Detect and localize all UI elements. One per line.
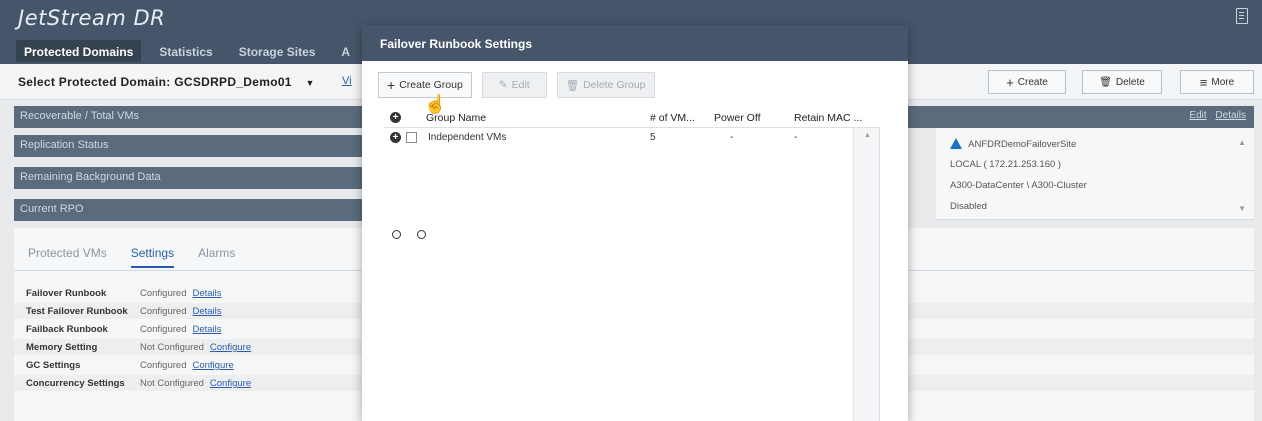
- site-status: Disabled: [950, 201, 987, 212]
- group-grid: + Independent VMs 5 - - ▲: [384, 127, 880, 421]
- settings-value: Configured Configure: [140, 360, 234, 371]
- settings-status: Configured: [140, 288, 187, 299]
- settings-link[interactable]: Details: [192, 324, 221, 335]
- delete-group-button[interactable]: 🗑 Delete Group: [556, 72, 655, 98]
- settings-link[interactable]: Details: [192, 306, 221, 317]
- details-tabs: Protected VMs Settings Alarms: [28, 246, 235, 268]
- site-cluster: A300-DataCenter \ A300-Cluster: [950, 180, 1087, 191]
- trash-icon: 🗑: [1099, 76, 1112, 88]
- domain-select[interactable]: Select Protected Domain: GCSDRPD_Demo01 …: [18, 75, 315, 89]
- failover-runbook-settings-dialog: Failover Runbook Settings + Create Group…: [362, 25, 908, 421]
- settings-status: Not Configured: [140, 378, 204, 389]
- grid-scrollbar[interactable]: ▲: [853, 128, 879, 421]
- group-grid-header: + Group Name # of VM... Power Off Retain…: [384, 111, 884, 127]
- remaining-background-data-label: Remaining Background Data: [20, 171, 161, 183]
- scroll-down-icon[interactable]: ▼: [1238, 204, 1246, 213]
- scroll-up-icon[interactable]: ▲: [864, 132, 871, 139]
- pencil-icon: ✎: [498, 79, 508, 91]
- column-power-off[interactable]: Power Off: [714, 112, 761, 124]
- edit-button[interactable]: ✎ Edit: [481, 72, 547, 98]
- dialog-title: Failover Runbook Settings: [362, 25, 908, 61]
- domain-select-value: GCSDRPD_Demo01: [174, 75, 292, 89]
- cell-retain-mac: -: [794, 132, 798, 143]
- edit-label: Edit: [511, 79, 530, 91]
- domain-select-label: Select Protected Domain:: [18, 75, 171, 89]
- settings-label: Concurrency Settings: [26, 378, 125, 389]
- loading-indicator: [392, 230, 426, 239]
- settings-value: Configured Details: [140, 324, 222, 335]
- site-local: LOCAL ( 172.21.253.160 ): [950, 159, 1062, 170]
- settings-link[interactable]: Configure: [210, 378, 251, 389]
- nav-protected-domains[interactable]: Protected Domains: [16, 40, 142, 62]
- document-icon[interactable]: [1236, 8, 1248, 24]
- menu-icon: ≡: [1199, 74, 1208, 90]
- cell-group-name: Independent VMs: [428, 132, 507, 143]
- azure-icon: [950, 138, 962, 149]
- delete-button-label: Delete: [1115, 76, 1145, 88]
- tab-protected-vms[interactable]: Protected VMs: [28, 246, 107, 268]
- settings-value: Not Configured Configure: [140, 378, 251, 389]
- nav-statistics[interactable]: Statistics: [151, 40, 220, 62]
- site-name: ANFDRDemoFailoverSite: [968, 139, 1077, 150]
- caret-down-icon: ▼: [305, 78, 315, 88]
- settings-label: Test Failover Runbook: [26, 306, 128, 317]
- create-button[interactable]: + Create: [988, 70, 1066, 94]
- dialog-toolbar: + Create Group ✎ Edit 🗑 Delete Group: [378, 72, 655, 98]
- current-rpo-label: Current RPO: [20, 203, 84, 215]
- recoverable-vms-label: Recoverable / Total VMs: [20, 110, 140, 122]
- trash-icon: 🗑: [565, 79, 580, 92]
- column-retain-mac[interactable]: Retain MAC ...: [794, 112, 862, 124]
- table-row[interactable]: + Independent VMs 5 - -: [384, 130, 864, 146]
- remaining-background-data-bar[interactable]: Remaining Background Data: [14, 167, 364, 189]
- settings-status: Configured: [140, 306, 187, 317]
- replication-status-bar[interactable]: Replication Status: [14, 135, 364, 157]
- expand-row-icon[interactable]: +: [390, 132, 401, 143]
- hand-cursor-icon: ☝: [424, 94, 447, 114]
- bar-links: Edit Details: [1183, 110, 1246, 121]
- delete-button[interactable]: 🗑 Delete: [1082, 70, 1162, 94]
- site-info-panel: ANFDRDemoFailoverSite LOCAL ( 172.21.253…: [936, 128, 1254, 220]
- site-name-row: ANFDRDemoFailoverSite: [950, 138, 1076, 150]
- tab-settings[interactable]: Settings: [130, 246, 175, 268]
- domain-view-link[interactable]: Vi: [342, 75, 352, 87]
- more-button[interactable]: ≡ More: [1180, 70, 1254, 94]
- loading-dot: [392, 230, 401, 239]
- settings-label: Failback Runbook: [26, 324, 108, 335]
- settings-link[interactable]: Details: [192, 288, 221, 299]
- settings-status: Configured: [140, 324, 187, 335]
- delete-group-label: Delete Group: [583, 79, 646, 91]
- settings-value: Not Configured Configure: [140, 342, 251, 353]
- scroll-up-icon[interactable]: ▲: [1238, 138, 1246, 147]
- plus-icon: +: [387, 77, 396, 93]
- tab-alarms[interactable]: Alarms: [198, 246, 235, 268]
- replication-status-label: Replication Status: [20, 139, 109, 151]
- settings-status: Not Configured: [140, 342, 204, 353]
- more-button-label: More: [1211, 76, 1235, 88]
- loading-dot: [417, 230, 426, 239]
- app-logo: JetStream DR: [18, 6, 166, 30]
- row-checkbox[interactable]: [406, 132, 417, 143]
- current-rpo-bar[interactable]: Current RPO: [14, 199, 364, 221]
- cell-power-off: -: [730, 132, 734, 143]
- settings-status: Configured: [140, 360, 187, 371]
- settings-link[interactable]: Configure: [192, 360, 233, 371]
- plus-icon: +: [1006, 74, 1014, 90]
- expand-all-icon[interactable]: +: [390, 112, 401, 123]
- nav-storage-sites[interactable]: Storage Sites: [231, 40, 324, 62]
- cell-num-vms: 5: [650, 132, 656, 143]
- create-button-label: Create: [1017, 76, 1048, 88]
- column-num-vms[interactable]: # of VM...: [650, 112, 695, 124]
- settings-link[interactable]: Configure: [210, 342, 251, 353]
- edit-link[interactable]: Edit: [1189, 110, 1206, 121]
- settings-value: Configured Details: [140, 288, 222, 299]
- main-nav: Protected Domains Statistics Storage Sit…: [16, 40, 368, 62]
- settings-label: Failover Runbook: [26, 288, 107, 299]
- settings-label: GC Settings: [26, 360, 81, 371]
- nav-item-truncated[interactable]: A: [333, 40, 358, 62]
- settings-label: Memory Setting: [26, 342, 98, 353]
- details-link[interactable]: Details: [1215, 110, 1246, 121]
- settings-value: Configured Details: [140, 306, 222, 317]
- create-group-label: Create Group: [399, 79, 463, 91]
